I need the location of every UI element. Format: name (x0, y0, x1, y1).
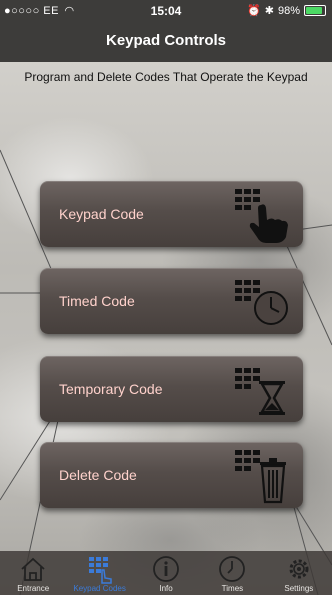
keypad-code-button[interactable]: Keypad Code (40, 181, 303, 247)
gear-icon (289, 559, 309, 579)
page-title: Keypad Controls (105, 32, 226, 49)
nav-bar: Keypad Controls (0, 22, 332, 62)
button-label: Timed Code (59, 293, 135, 309)
keypad-touch-icon (235, 189, 288, 243)
battery-percent: 98% (277, 4, 300, 17)
timed-code-button[interactable]: Timed Code (40, 268, 303, 334)
button-label: Delete Code (59, 467, 137, 483)
clock-icon (219, 556, 246, 582)
keypad-icon (88, 557, 112, 584)
tab-info[interactable]: Info (133, 551, 199, 595)
house-icon (21, 557, 45, 581)
battery-icon (304, 5, 326, 16)
button-label: Keypad Code (59, 206, 144, 222)
delete-code-button[interactable]: Delete Code (40, 442, 303, 508)
status-right: ⏰ ✱ 98% (247, 4, 326, 17)
alarm-icon: ⏰ (247, 5, 261, 17)
keypad-clock-icon (235, 280, 288, 325)
keypad-trash-icon (235, 450, 286, 504)
button-label: Temporary Code (59, 381, 163, 397)
keypad-hourglass-icon (235, 368, 285, 415)
tab-keypad-codes[interactable]: Keypad Codes (66, 551, 132, 595)
status-bar: ●○○○○ EE ◠ 15:04 ⏰ ✱ 98% (0, 0, 332, 22)
tab-bar: Entrance Keypad Codes Info Times Setting… (0, 551, 332, 595)
bluetooth-icon: ✱ (264, 5, 274, 17)
page-subtitle: Program and Delete Codes That Operate th… (24, 70, 308, 84)
tab-times[interactable]: Times (199, 551, 265, 595)
tab-entrance[interactable]: Entrance (0, 551, 66, 595)
tab-settings[interactable]: Settings (266, 551, 332, 595)
temporary-code-button[interactable]: Temporary Code (40, 356, 303, 422)
info-icon (153, 556, 179, 582)
